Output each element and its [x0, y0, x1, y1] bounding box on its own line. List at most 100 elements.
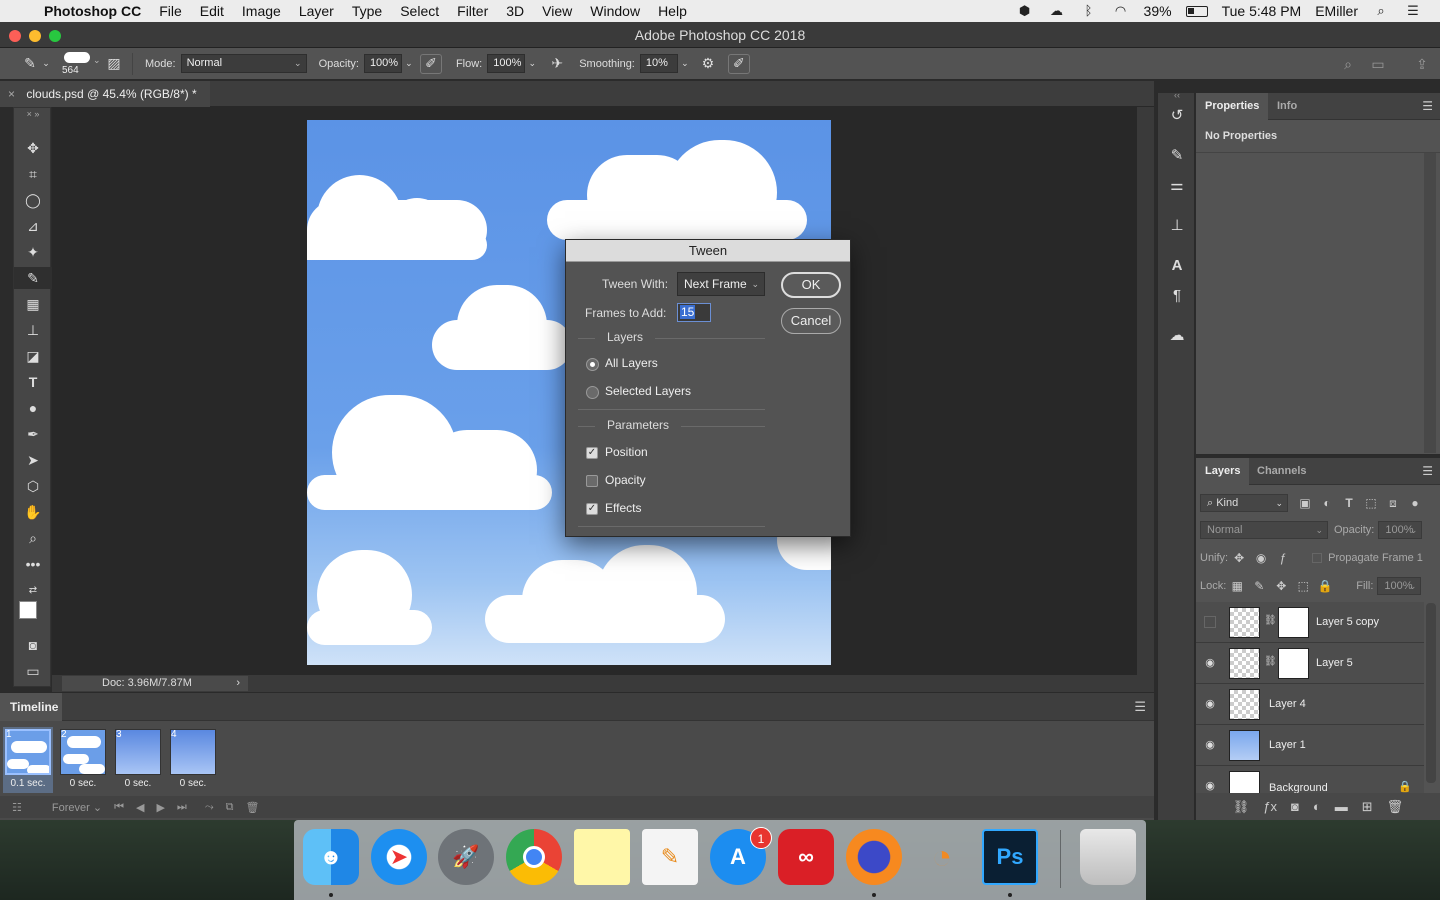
layer-row[interactable]: ◉ Layer 4: [1196, 684, 1424, 725]
opacity-input[interactable]: 100%: [363, 54, 402, 73]
clock[interactable]: Tue 5:48 PM: [1222, 3, 1302, 19]
hand-tool-icon[interactable]: ✋: [14, 501, 52, 523]
foreground-color-swatch[interactable]: [19, 601, 37, 619]
spotlight-search-icon[interactable]: ⌕: [1372, 4, 1390, 18]
eraser-tool-icon[interactable]: ◪: [14, 345, 52, 367]
lock-artboard-icon[interactable]: ⬚: [1292, 579, 1314, 593]
tween-icon[interactable]: ⤳: [205, 801, 214, 814]
flow-slider-chevron-icon[interactable]: ⌄: [525, 53, 539, 75]
chevron-down-icon[interactable]: ⌄: [42, 53, 50, 75]
unify-visibility-icon[interactable]: ◉: [1250, 551, 1272, 565]
trash-icon[interactable]: [1080, 829, 1136, 885]
layer-row[interactable]: ◉ ⛓ Layer 5: [1196, 643, 1424, 684]
filter-toggle-icon[interactable]: ●: [1404, 496, 1426, 510]
layer-mask-thumbnail[interactable]: [1278, 607, 1309, 638]
delete-layer-icon[interactable]: 🗑: [1387, 799, 1404, 815]
selected-layers-radio[interactable]: [586, 386, 599, 399]
timeline-frame[interactable]: 2 0 sec.: [58, 727, 108, 793]
timeline-frame[interactable]: 4 0 sec.: [168, 727, 218, 793]
shape-tool-icon[interactable]: ⬡: [14, 475, 52, 497]
lock-all-icon[interactable]: 🔒: [1314, 579, 1336, 593]
smoothing-input[interactable]: 10%: [639, 54, 678, 73]
new-group-icon[interactable]: ▬: [1335, 799, 1348, 814]
quick-mask-icon[interactable]: ◙: [14, 634, 52, 656]
stamp-tool-icon[interactable]: ⊥: [14, 319, 52, 341]
polygonal-lasso-tool-icon[interactable]: ⊿: [14, 215, 52, 237]
lock-image-pixels-icon[interactable]: ✎: [1248, 579, 1270, 593]
cancel-button[interactable]: Cancel: [781, 308, 841, 334]
zoom-tool-icon[interactable]: ⌕: [14, 527, 52, 549]
layer-blend-mode-select[interactable]: Normal ⌄: [1200, 521, 1328, 539]
menu-filter[interactable]: Filter: [457, 3, 488, 19]
opacity-checkbox[interactable]: [586, 475, 598, 487]
new-layer-icon[interactable]: ⊞: [1362, 799, 1373, 815]
frame-delay[interactable]: 0 sec.: [168, 778, 218, 789]
share-icon[interactable]: ⇪: [1410, 53, 1434, 75]
menu-file[interactable]: File: [159, 3, 182, 19]
filter-shape-layers-icon[interactable]: ⬚: [1360, 496, 1382, 510]
adjustments-panel-icon[interactable]: ⚌: [1158, 173, 1196, 197]
delete-frame-icon[interactable]: 🗑: [245, 801, 259, 814]
search-icon[interactable]: ⌕: [1336, 53, 1360, 75]
tab-properties[interactable]: Properties: [1196, 93, 1269, 120]
new-adjustment-layer-icon[interactable]: ◐: [1313, 799, 1321, 814]
tab-channels[interactable]: Channels: [1248, 458, 1316, 485]
notification-center-icon[interactable]: ☰: [1404, 4, 1422, 18]
tools-collapse-icon[interactable]: × »: [14, 108, 52, 120]
launchpad-icon[interactable]: 🚀: [438, 829, 494, 885]
lock-position-icon[interactable]: ✥: [1270, 579, 1292, 593]
more-tools-icon[interactable]: •••: [14, 553, 52, 575]
creative-cloud-icon[interactable]: ∞: [778, 829, 834, 885]
brush-tool-icon[interactable]: ✎: [14, 267, 52, 289]
blur-tool-icon[interactable]: ●: [14, 397, 52, 419]
document-status-bar[interactable]: Doc: 3.96M/7.87M ›: [62, 676, 248, 691]
layer-opacity-input[interactable]: 100% ⌄: [1378, 521, 1423, 539]
eye-icon[interactable]: ◉: [1202, 697, 1218, 711]
finder-icon[interactable]: ☻: [303, 829, 359, 885]
frame-delay[interactable]: 0 sec.: [113, 778, 163, 789]
history-panel-icon[interactable]: ↺: [1158, 103, 1196, 127]
frame-delay[interactable]: 0 sec.: [58, 778, 108, 789]
first-frame-icon[interactable]: ⏮: [114, 801, 124, 814]
dropbox-icon[interactable]: ⬢: [1016, 4, 1034, 18]
lock-transparent-pixels-icon[interactable]: ▦: [1226, 579, 1248, 593]
fill-input[interactable]: 100% ⌄: [1377, 577, 1422, 595]
chrome-icon[interactable]: [506, 829, 562, 885]
airbrush-icon[interactable]: ✈: [545, 53, 569, 75]
workspace-switcher-icon[interactable]: ▭: [1366, 53, 1390, 75]
position-checkbox[interactable]: ✓: [586, 447, 598, 459]
close-window-button[interactable]: [9, 30, 21, 42]
magic-wand-tool-icon[interactable]: ✦: [14, 241, 52, 263]
unify-position-icon[interactable]: ✥: [1228, 551, 1250, 565]
tween-with-select[interactable]: Next Frame ⌄: [677, 272, 765, 296]
effects-checkbox[interactable]: ✓: [586, 503, 598, 515]
tab-info[interactable]: Info: [1268, 93, 1306, 120]
menu-help[interactable]: Help: [658, 3, 687, 19]
eye-icon[interactable]: ◉: [1202, 656, 1218, 670]
battery-icon[interactable]: [1185, 5, 1208, 17]
menu-3d[interactable]: 3D: [506, 3, 524, 19]
opacity-slider-chevron-icon[interactable]: ⌄: [402, 53, 416, 75]
link-icon[interactable]: ⛓: [1264, 656, 1277, 667]
timeline-menu-icon[interactable]: ☰: [1134, 699, 1146, 715]
move-tool-icon[interactable]: ✥: [14, 137, 52, 159]
link-icon[interactable]: ⛓: [1264, 615, 1277, 626]
all-layers-radio[interactable]: [586, 358, 599, 371]
pressure-opacity-icon[interactable]: ✐: [419, 53, 442, 74]
eye-icon[interactable]: ◉: [1202, 779, 1218, 793]
menu-window[interactable]: Window: [590, 3, 640, 19]
filter-pixel-layers-icon[interactable]: ▣: [1294, 496, 1316, 510]
photoshop-icon[interactable]: Ps: [982, 829, 1038, 885]
duplicate-frame-icon[interactable]: ⧉: [226, 801, 234, 814]
properties-scrollbar[interactable]: [1424, 153, 1436, 453]
safari-icon[interactable]: ➤: [371, 829, 427, 885]
menu-select[interactable]: Select: [400, 3, 439, 19]
filter-smart-objects-icon[interactable]: ⧈: [1382, 496, 1404, 511]
unify-style-icon[interactable]: ƒ: [1272, 551, 1294, 565]
next-frame-icon[interactable]: ⏭: [177, 801, 187, 814]
swap-colors-icon[interactable]: ⇄: [14, 579, 52, 601]
libraries-panel-icon[interactable]: ☁: [1158, 323, 1196, 347]
close-document-icon[interactable]: ×: [8, 87, 15, 101]
timeline-frame[interactable]: 3 0 sec.: [113, 727, 163, 793]
smoothing-options-gear-icon[interactable]: ⚙: [696, 53, 720, 75]
